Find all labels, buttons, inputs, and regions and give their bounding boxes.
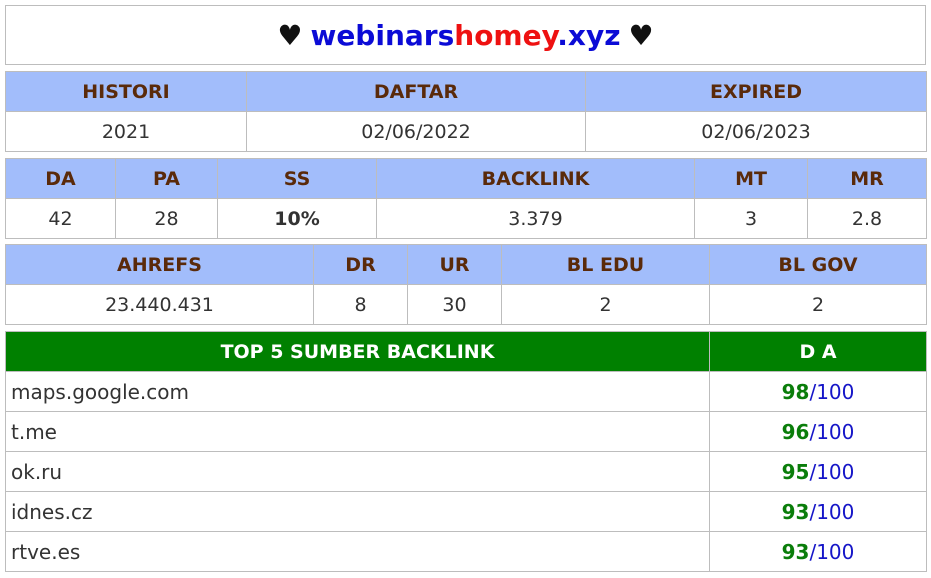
ahrefs-header-row: AHREFS DR UR BL EDU BL GOV	[5, 244, 927, 285]
table-row: t.me 96/100	[5, 411, 927, 452]
ahrefs-table: AHREFS DR UR BL EDU BL GOV 23.440.431 8 …	[5, 244, 927, 325]
site-title-banner: ♥ webinarshomey.xyz ♥	[5, 5, 926, 65]
table-row: maps.google.com 98/100	[5, 371, 927, 412]
ahrefs-header: AHREFS	[5, 244, 314, 285]
domain-part-2: homey	[454, 18, 558, 52]
heart-icon-left: ♥	[277, 18, 303, 52]
top-backlinks-table: TOP 5 SUMBER BACKLINK D A maps.google.co…	[5, 331, 927, 572]
backlink-score: 95/100	[709, 451, 927, 492]
expired-value: 02/06/2023	[585, 111, 927, 152]
registration-value-row: 2021 02/06/2022 02/06/2023	[5, 111, 927, 152]
bl-edu-value: 2	[501, 284, 710, 325]
table-row: idnes.cz 93/100	[5, 491, 927, 532]
ur-header: UR	[407, 244, 502, 285]
daftar-header: DAFTAR	[246, 71, 586, 112]
score-max: 100	[816, 499, 855, 524]
top-backlinks-header-row: TOP 5 SUMBER BACKLINK D A	[5, 331, 927, 372]
pa-value: 28	[115, 198, 218, 239]
da-value: 42	[5, 198, 116, 239]
score-value: 98	[781, 379, 810, 404]
mr-value: 2.8	[807, 198, 927, 239]
metrics-header-row: DA PA SS BACKLINK MT MR	[5, 158, 927, 199]
backlink-score: 93/100	[709, 531, 927, 572]
backlink-score: 93/100	[709, 491, 927, 532]
backlink-site: rtve.es	[5, 531, 710, 572]
domain-name: webinarshomey.xyz	[310, 19, 620, 52]
backlink-value: 3.379	[376, 198, 695, 239]
ss-header: SS	[217, 158, 377, 199]
score-value: 95	[781, 459, 810, 484]
backlink-site: maps.google.com	[5, 371, 710, 412]
table-row: ok.ru 95/100	[5, 451, 927, 492]
registration-table: HISTORI DAFTAR EXPIRED 2021 02/06/2022 0…	[5, 71, 927, 152]
backlink-site: idnes.cz	[5, 491, 710, 532]
mt-header: MT	[694, 158, 808, 199]
score-value: 93	[781, 499, 810, 524]
mr-header: MR	[807, 158, 927, 199]
ahrefs-value-row: 23.440.431 8 30 2 2	[5, 284, 927, 325]
da-column-header: D A	[709, 331, 927, 372]
bl-edu-header: BL EDU	[501, 244, 710, 285]
ahrefs-value: 23.440.431	[5, 284, 314, 325]
da-header: DA	[5, 158, 116, 199]
dr-header: DR	[313, 244, 408, 285]
backlink-site: t.me	[5, 411, 710, 452]
score-value: 96	[781, 419, 810, 444]
domain-part-3: .xyz	[557, 18, 621, 52]
score-max: 100	[816, 539, 855, 564]
expired-header: EXPIRED	[585, 71, 927, 112]
top-sources-header: TOP 5 SUMBER BACKLINK	[5, 331, 710, 372]
table-row: rtve.es 93/100	[5, 531, 927, 572]
histori-value: 2021	[5, 111, 247, 152]
score-max: 100	[816, 419, 855, 444]
histori-header: HISTORI	[5, 71, 247, 112]
backlink-score: 98/100	[709, 371, 927, 412]
heart-icon-right: ♥	[628, 18, 654, 52]
pa-header: PA	[115, 158, 218, 199]
bl-gov-header: BL GOV	[709, 244, 927, 285]
backlink-site: ok.ru	[5, 451, 710, 492]
score-value: 93	[781, 539, 810, 564]
score-max: 100	[816, 379, 855, 404]
mt-value: 3	[694, 198, 808, 239]
domain-part-1: webinars	[310, 18, 455, 52]
daftar-value: 02/06/2022	[246, 111, 586, 152]
dr-value: 8	[313, 284, 408, 325]
backlink-header: BACKLINK	[376, 158, 695, 199]
metrics-table: DA PA SS BACKLINK MT MR 42 28 10% 3.379 …	[5, 158, 927, 239]
ur-value: 30	[407, 284, 502, 325]
ss-value: 10%	[217, 198, 377, 239]
bl-gov-value: 2	[709, 284, 927, 325]
registration-header-row: HISTORI DAFTAR EXPIRED	[5, 71, 927, 112]
backlink-score: 96/100	[709, 411, 927, 452]
metrics-value-row: 42 28 10% 3.379 3 2.8	[5, 198, 927, 239]
score-max: 100	[816, 459, 855, 484]
